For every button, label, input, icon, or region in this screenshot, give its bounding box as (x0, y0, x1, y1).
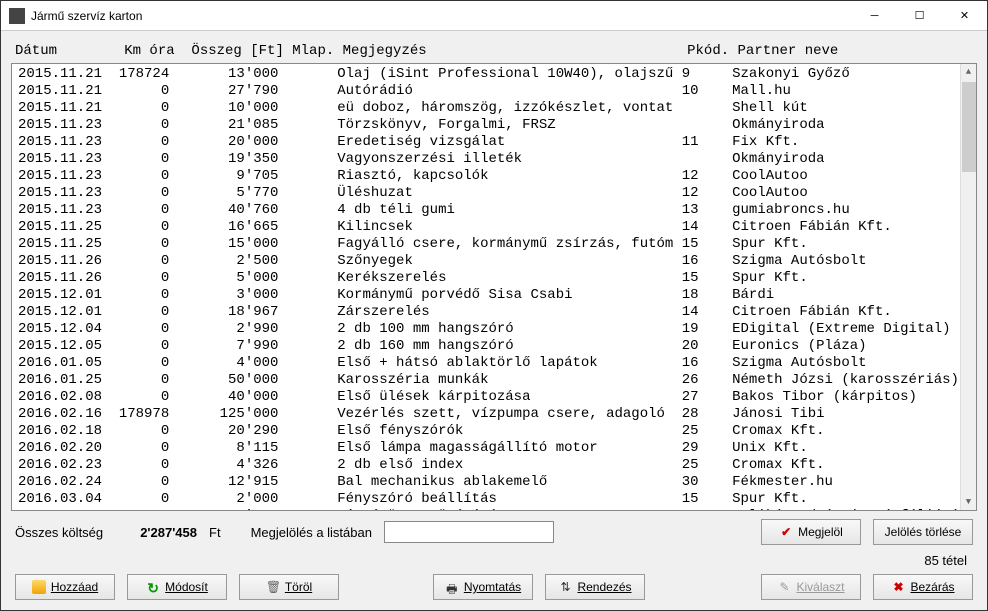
clear-mark-button[interactable]: Jelölés törlése (873, 519, 973, 545)
scroll-thumb[interactable] (962, 82, 976, 172)
refresh-icon: ↻ (146, 580, 160, 594)
table-row[interactable]: 2015.11.23 0 9'705 Riasztó, kapcsolók 12… (18, 168, 960, 185)
app-icon (9, 8, 25, 24)
del-label: Töröl (285, 580, 312, 594)
delete-button[interactable]: 🗑 Töröl (239, 574, 339, 600)
clear-mark-label: Jelölés törlése (885, 525, 962, 539)
table-row[interactable]: 2016.02.08 0 40'000 Első ülések kárpitoz… (18, 389, 960, 406)
sort-button[interactable]: ⇅ Rendezés (545, 574, 645, 600)
scrollbar[interactable]: ▲ ▼ (960, 64, 976, 510)
table-row[interactable]: 2015.11.23 0 21'085 Törzskönyv, Forgalmi… (18, 117, 960, 134)
table-row[interactable]: 2016.03.08 0 8'000 Hátsó üveg sötétítés … (18, 508, 960, 510)
check-icon: ✔ (779, 525, 793, 539)
table-row[interactable]: 2015.12.04 0 2'990 2 db 100 mm hangszóró… (18, 321, 960, 338)
column-headers: Dátum Km óra Összeg [Ft] Mlap. Megjegyzé… (11, 39, 977, 63)
table-row[interactable]: 2015.11.26 0 5'000 Kerékszerelés 15 Spur… (18, 270, 960, 287)
action-bar: Hozzáad ↻ Módosít 🗑 Töröl 🖶 Nyomtatás ⇅ … (11, 570, 977, 604)
select-button[interactable]: ✎ Kiválaszt (761, 574, 861, 600)
mark-label: Megjelölés a listában (251, 525, 372, 540)
table-row[interactable]: 2016.01.25 0 50'000 Karosszéria munkák 2… (18, 372, 960, 389)
minimize-button[interactable]: ─ (852, 1, 897, 30)
table-row[interactable]: 2015.11.23 0 20'000 Eredetiség vizsgálat… (18, 134, 960, 151)
table-row[interactable]: 2015.11.25 0 15'000 Fagyálló csere, korm… (18, 236, 960, 253)
add-label: Hozzáad (51, 580, 98, 594)
close-button[interactable]: ✖ Bezárás (873, 574, 973, 600)
sort-icon: ⇅ (558, 580, 572, 594)
table-row[interactable]: 2015.11.21 0 27'790 Autórádió 10 Mall.hu (18, 83, 960, 100)
print-label: Nyomtatás (464, 580, 521, 594)
table-row[interactable]: 2015.12.01 0 3'000 Kormánymű porvédő Sis… (18, 287, 960, 304)
table-row[interactable]: 2016.02.23 0 4'326 2 db első index 25 Cr… (18, 457, 960, 474)
mark-input[interactable] (384, 521, 554, 543)
scroll-down-icon[interactable]: ▼ (961, 494, 976, 510)
table-row[interactable]: 2016.01.05 0 4'000 Első + hátsó ablaktör… (18, 355, 960, 372)
table-row[interactable]: 2015.12.05 0 7'990 2 db 160 mm hangszóró… (18, 338, 960, 355)
table-row[interactable]: 2015.11.23 0 19'350 Vagyonszerzési illet… (18, 151, 960, 168)
table-row[interactable]: 2015.11.21 0 10'000 eü doboz, háromszög,… (18, 100, 960, 117)
list-body[interactable]: 2015.11.21 178724 13'000 Olaj (iSint Pro… (12, 64, 960, 510)
close-label: Bezárás (910, 580, 954, 594)
table-row[interactable]: 2015.11.25 0 16'665 Kilincsek 14 Citroen… (18, 219, 960, 236)
print-button[interactable]: 🖶 Nyomtatás (433, 574, 533, 600)
close-window-button[interactable]: ✕ (942, 1, 987, 30)
mark-button[interactable]: ✔ Megjelöl (761, 519, 861, 545)
add-icon (32, 580, 46, 594)
table-row[interactable]: 2016.02.24 0 12'915 Bal mechanikus ablak… (18, 474, 960, 491)
select-label: Kiválaszt (796, 580, 844, 594)
table-row[interactable]: 2015.11.23 0 5'770 Üléshuzat 12 CoolAuto… (18, 185, 960, 202)
table-row[interactable]: 2015.11.21 178724 13'000 Olaj (iSint Pro… (18, 66, 960, 83)
trash-icon: 🗑 (266, 580, 280, 594)
total-cost-value: 2'287'458 (127, 525, 197, 540)
mod-label: Módosít (165, 580, 208, 594)
scroll-up-icon[interactable]: ▲ (961, 64, 976, 80)
table-row[interactable]: 2016.02.18 0 20'290 Első fényszórók 25 C… (18, 423, 960, 440)
total-cost-label: Összes költség (15, 525, 115, 540)
table-row[interactable]: 2015.12.01 0 18'967 Zárszerelés 14 Citro… (18, 304, 960, 321)
table-row[interactable]: 2015.11.26 0 2'500 Szőnyegek 16 Szigma A… (18, 253, 960, 270)
service-list: 2015.11.21 178724 13'000 Olaj (iSint Pro… (11, 63, 977, 511)
currency-label: Ft (209, 525, 221, 540)
sort-label: Rendezés (577, 580, 631, 594)
pencil-icon: ✎ (777, 580, 791, 594)
app-window: Jármű szervíz karton ─ ☐ ✕ Dátum Km óra … (0, 0, 988, 611)
mark-button-label: Megjelöl (798, 525, 843, 539)
table-row[interactable]: 2016.03.04 0 2'000 Fényszóró beállítás 1… (18, 491, 960, 508)
modify-button[interactable]: ↻ Módosít (127, 574, 227, 600)
footer-summary: Összes költség 2'287'458 Ft Megjelölés a… (11, 511, 977, 549)
table-row[interactable]: 2015.11.23 0 40'760 4 db téli gumi 13 gu… (18, 202, 960, 219)
add-button[interactable]: Hozzáad (15, 574, 115, 600)
printer-icon: 🖶 (445, 580, 459, 594)
window-title: Jármű szervíz karton (31, 9, 852, 23)
table-row[interactable]: 2016.02.20 0 8'115 Első lámpa magasságál… (18, 440, 960, 457)
table-row[interactable]: 2016.02.16 178978 125'000 Vezérlés szett… (18, 406, 960, 423)
close-icon: ✖ (891, 580, 905, 594)
count-row: 85 tétel (11, 549, 977, 570)
maximize-button[interactable]: ☐ (897, 1, 942, 30)
titlebar: Jármű szervíz karton ─ ☐ ✕ (1, 1, 987, 31)
item-count: 85 tétel (924, 553, 967, 568)
